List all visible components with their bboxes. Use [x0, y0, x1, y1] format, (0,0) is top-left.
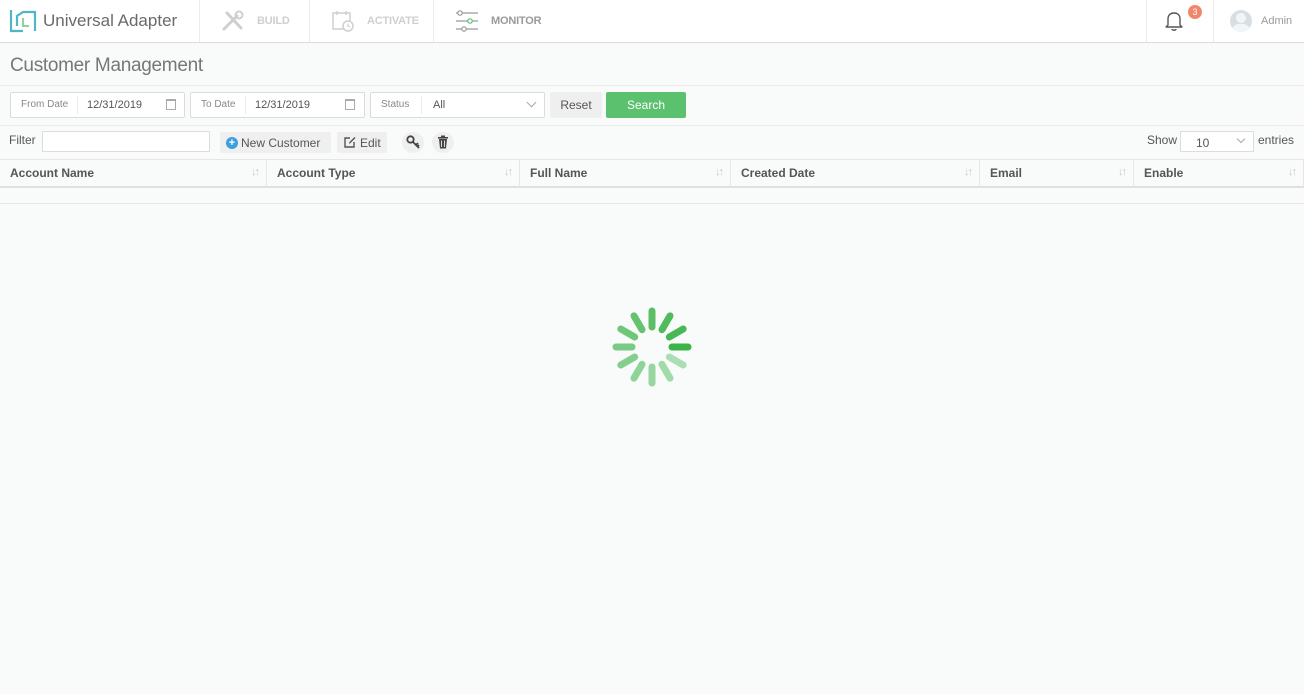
chevron-down-icon	[526, 97, 537, 108]
notifications-button[interactable]: 3	[1146, 0, 1214, 42]
spinner-segment	[665, 325, 687, 341]
column-header-label: Enable	[1144, 166, 1184, 180]
sort-icon[interactable]: ↓↑	[504, 166, 513, 178]
plus-circle-icon: +	[226, 136, 238, 149]
show-label: Show	[1147, 133, 1178, 147]
divider	[421, 96, 422, 114]
tab-activate-label: ACTIVATE	[367, 15, 419, 27]
filter-input[interactable]	[42, 131, 210, 152]
tab-monitor-label: MONITOR	[491, 15, 542, 27]
status-label: Status	[381, 99, 410, 110]
sort-icon[interactable]: ↓↑	[251, 166, 260, 178]
spinner-segment	[630, 312, 646, 334]
brand[interactable]: Universal Adapter	[0, 0, 200, 42]
delete-button[interactable]	[432, 132, 454, 153]
new-customer-label: New Customer	[241, 135, 321, 150]
spinner-segment	[658, 312, 674, 334]
column-header-label: Full Name	[530, 166, 588, 180]
spinner-segment	[617, 325, 639, 341]
divider	[245, 96, 246, 114]
spinner-segment	[658, 360, 674, 382]
avatar	[1230, 10, 1252, 32]
column-header-full-name[interactable]: Full Name ↓↑	[520, 160, 731, 187]
tools-icon	[222, 10, 244, 31]
trash-icon	[438, 135, 448, 149]
from-date-label: From Date	[21, 99, 69, 110]
notification-count-badge: 3	[1188, 5, 1202, 19]
tab-build-label: BUILD	[257, 15, 290, 27]
universal-adapter-logo-icon	[9, 10, 37, 33]
column-header-enable[interactable]: Enable ↓↑	[1134, 160, 1304, 187]
column-header-email[interactable]: Email ↓↑	[980, 160, 1134, 187]
tab-build[interactable]: BUILD	[200, 0, 310, 42]
sort-icon[interactable]: ↓↑	[964, 166, 973, 178]
tab-monitor[interactable]: MONITOR	[434, 0, 560, 42]
column-header-account-type[interactable]: Account Type ↓↑	[267, 160, 520, 187]
column-header-label: Account Type	[277, 166, 356, 180]
tab-activate[interactable]: ACTIVATE	[310, 0, 434, 42]
sort-icon[interactable]: ↓↑	[715, 166, 724, 178]
to-date-field[interactable]: To Date 12/31/2019	[190, 92, 365, 118]
table-body-empty	[0, 203, 1304, 204]
key-icon	[406, 135, 420, 149]
to-date-value: 12/31/2019	[255, 99, 311, 111]
status-value: All	[433, 99, 446, 111]
user-name: Admin	[1261, 15, 1293, 27]
divider	[0, 125, 1304, 126]
spinner-segment	[617, 353, 639, 369]
new-customer-button[interactable]: + New Customer	[220, 132, 331, 153]
edit-label: Edit	[360, 135, 381, 150]
sliders-icon	[456, 10, 478, 32]
reset-password-button[interactable]	[402, 132, 424, 153]
calendar-icon[interactable]	[166, 99, 176, 110]
spinner-segment	[630, 360, 646, 382]
entries-label: entries	[1258, 133, 1295, 147]
page-title: Customer Management	[10, 55, 203, 76]
reset-button[interactable]: Reset	[550, 92, 602, 118]
filter-label: Filter	[9, 133, 36, 147]
divider	[77, 96, 78, 114]
column-header-created-date[interactable]: Created Date ↓↑	[731, 160, 980, 187]
calendar-clock-icon	[332, 11, 354, 32]
calendar-icon[interactable]	[345, 99, 355, 110]
status-select[interactable]: Status All	[370, 92, 545, 118]
sort-icon[interactable]: ↓↑	[1288, 166, 1297, 178]
from-date-field[interactable]: From Date 12/31/2019	[10, 92, 185, 118]
column-header-label: Account Name	[10, 166, 95, 180]
spinner-segment	[665, 353, 687, 369]
search-button[interactable]: Search	[606, 92, 686, 118]
app-name: Universal Adapter	[43, 11, 178, 30]
entries-per-page-select[interactable]: 10	[1180, 131, 1254, 152]
divider	[0, 85, 1304, 86]
top-navbar: Universal Adapter BUILD ACTIVATE MONITOR…	[0, 0, 1304, 43]
chevron-down-icon	[1236, 134, 1246, 144]
entries-per-page-value: 10	[1196, 136, 1210, 150]
loading-spinner-icon	[612, 307, 692, 387]
sort-icon[interactable]: ↓↑	[1118, 166, 1127, 178]
column-header-label: Email	[990, 166, 1023, 180]
table-header: Account Name ↓↑ Account Type ↓↑ Full Nam…	[0, 159, 1304, 188]
from-date-value: 12/31/2019	[87, 99, 143, 111]
edit-icon	[344, 137, 356, 148]
user-menu[interactable]: Admin	[1230, 0, 1292, 42]
to-date-label: To Date	[201, 99, 236, 110]
column-header-label: Created Date	[741, 166, 816, 180]
edit-button[interactable]: Edit	[337, 132, 387, 153]
bell-icon	[1165, 12, 1183, 31]
column-header-account-name[interactable]: Account Name ↓↑	[0, 160, 267, 187]
